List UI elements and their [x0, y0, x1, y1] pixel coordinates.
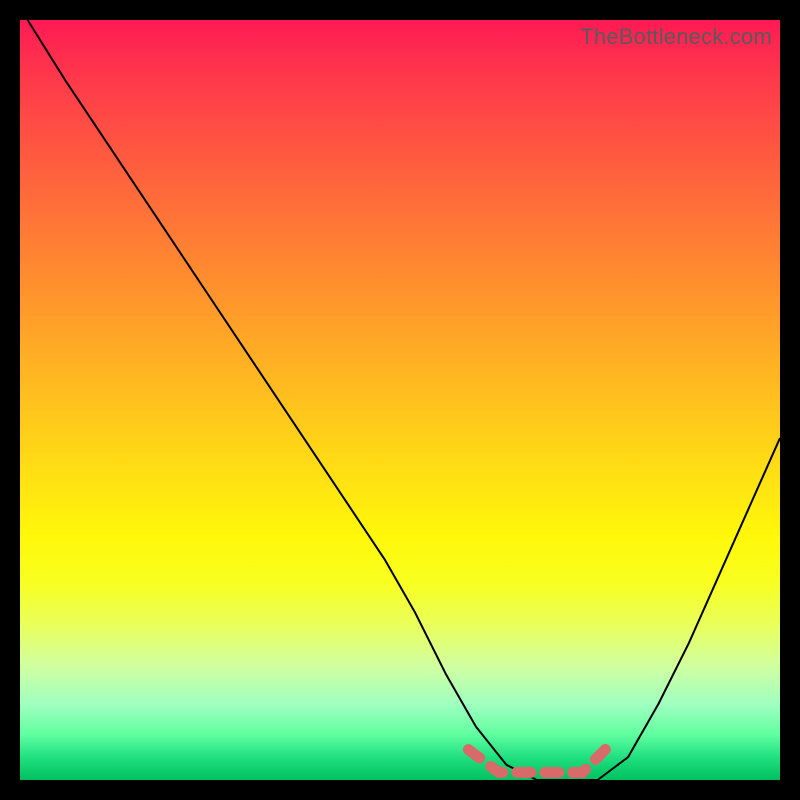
watermark-text: TheBottleneck.com: [580, 24, 772, 50]
bottleneck-curve: [28, 20, 780, 780]
chart-frame: TheBottleneck.com: [0, 0, 800, 800]
optimal-zone-marker: [468, 742, 612, 772]
curve-layer: [20, 20, 780, 780]
plot-area: TheBottleneck.com: [20, 20, 780, 780]
